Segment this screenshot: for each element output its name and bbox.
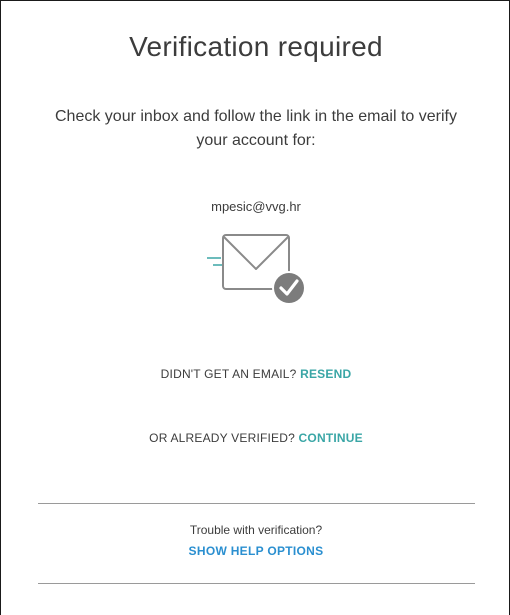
continue-link[interactable]: CONTINUE: [299, 431, 363, 445]
verification-panel: Verification required Check your inbox a…: [0, 0, 510, 615]
verification-instructions: Check your inbox and follow the link in …: [55, 108, 457, 149]
resend-link[interactable]: RESEND: [300, 367, 351, 381]
page-title: Verification required: [129, 31, 383, 62]
account-email: mpesic@vvg.hr: [211, 199, 301, 214]
resend-row: DIDN'T GET AN EMAIL? RESEND: [1, 367, 510, 381]
resend-prompt: DIDN'T GET AN EMAIL?: [160, 367, 297, 381]
help-prompt: Trouble with verification?: [189, 523, 323, 537]
divider-bottom: [38, 583, 475, 584]
continue-prompt: OR ALREADY VERIFIED?: [149, 431, 295, 445]
continue-row: OR ALREADY VERIFIED? CONTINUE: [1, 431, 510, 445]
show-help-options-link[interactable]: SHOW HELP OPTIONS: [1, 544, 510, 558]
divider-top: [38, 503, 475, 504]
envelope-check-icon: [201, 229, 313, 311]
